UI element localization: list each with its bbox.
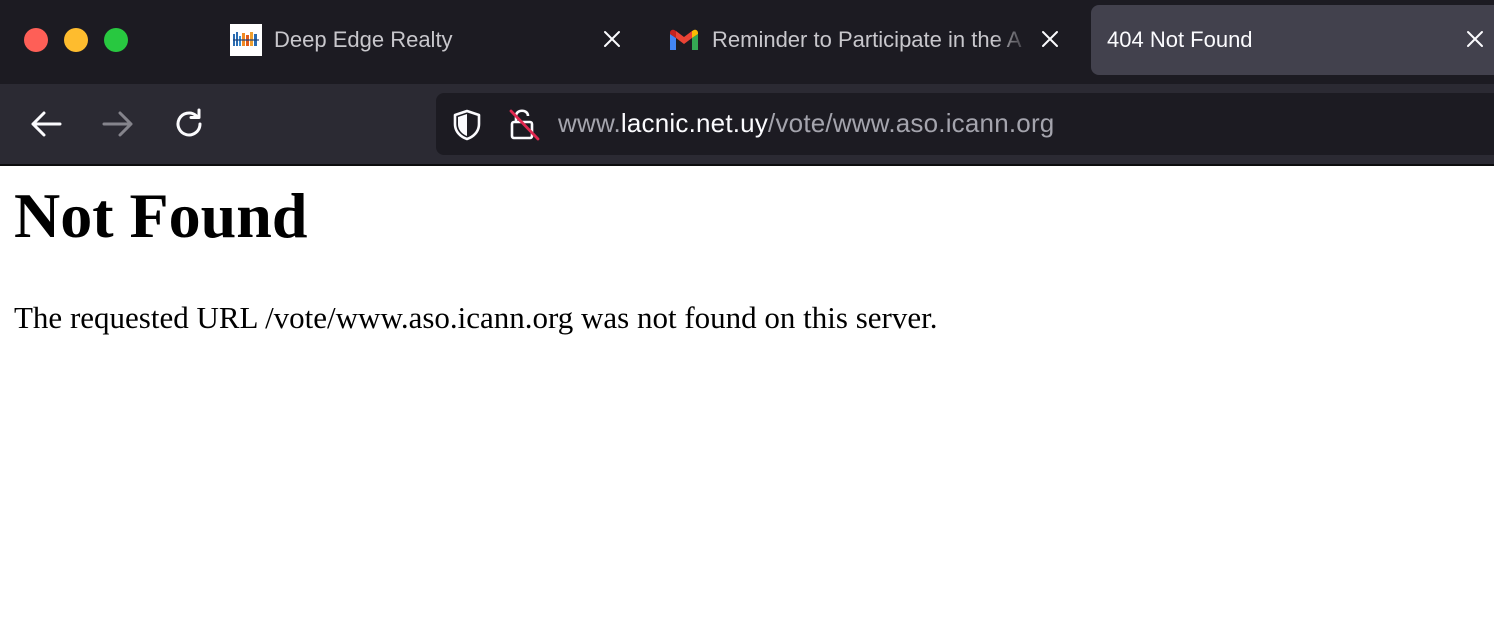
tab-gmail-reminder[interactable]: Reminder to Participate in the A (668, 5, 1064, 75)
reload-icon (176, 108, 202, 137)
window-minimize-button[interactable] (64, 28, 88, 52)
tab-deep-edge-realty[interactable]: Deep Edge Realty (230, 5, 626, 75)
url-host: lacnic.net.uy (620, 108, 769, 138)
error-message: The requested URL /vote/www.aso.icann.or… (14, 300, 938, 335)
page-title: Not Found (14, 180, 308, 251)
insecure-lock-icon[interactable] (508, 107, 540, 141)
tab-close-icon[interactable] (598, 25, 626, 53)
url-path: /vote/www.aso.icann.org (768, 108, 1055, 138)
tab-title: Reminder to Participate in the A (712, 27, 1022, 52)
reload-button[interactable] (170, 104, 210, 144)
page-content: Not Found The requested URL /vote/www.as… (0, 166, 1494, 626)
forward-button[interactable] (98, 104, 138, 144)
back-arrow-icon (31, 111, 62, 137)
url-prefix: www. (558, 108, 621, 138)
address-bar[interactable]: www.lacnic.net.uy/vote/www.aso.icann.org (436, 93, 1494, 155)
tracking-protection-shield-icon[interactable] (452, 109, 482, 141)
tab-close-icon[interactable] (1461, 25, 1489, 53)
url-text[interactable]: www.lacnic.net.uy/vote/www.aso.icann.org (558, 108, 1054, 139)
navigation-toolbar: www.lacnic.net.uy/vote/www.aso.icann.org (0, 84, 1494, 166)
tab-title: Deep Edge Realty (274, 27, 453, 52)
tab-title: 404 Not Found (1107, 27, 1253, 52)
tab-close-icon[interactable] (1036, 25, 1064, 53)
gmail-icon (668, 24, 700, 56)
window-maximize-button[interactable] (104, 28, 128, 52)
window-close-button[interactable] (24, 28, 48, 52)
back-button[interactable] (26, 104, 66, 144)
tab-strip: Deep Edge Realty Reminder to Participate… (0, 0, 1494, 84)
tab-404-not-found[interactable]: 404 Not Found (1091, 5, 1494, 75)
deep-edge-favicon-icon (230, 24, 262, 56)
browser-window: Deep Edge Realty Reminder to Participate… (0, 0, 1494, 626)
forward-arrow-icon (102, 111, 133, 137)
